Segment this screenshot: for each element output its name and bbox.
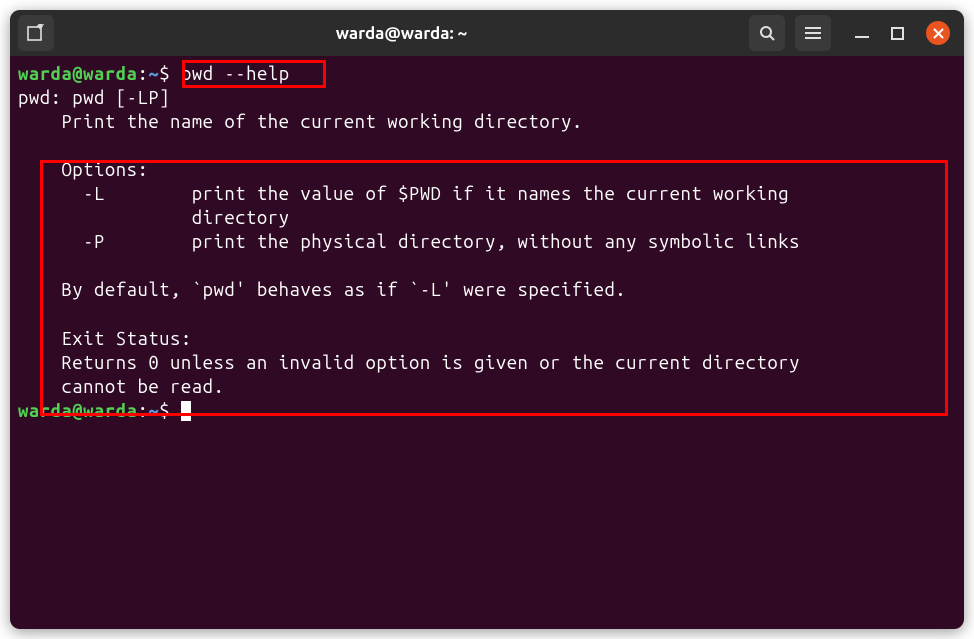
output-option-L-2: directory [18,206,956,230]
prompt-symbol-2: $ [159,401,170,421]
output-desc: Print the name of the current working di… [18,110,956,134]
new-tab-button[interactable] [18,15,54,51]
output-blank-2 [18,254,956,278]
prompt-symbol: $ [159,64,170,84]
output-exit-header: Exit Status: [18,327,956,351]
output-usage: pwd: pwd [-LP] [18,86,956,110]
output-blank-1 [18,134,956,158]
output-exit-1: Returns 0 unless an invalid option is gi… [18,351,956,375]
search-button[interactable] [749,15,785,51]
output-options-header: Options: [18,158,956,182]
terminal-body[interactable]: warda@warda:~$ pwd --help pwd: pwd [-LP]… [10,56,964,429]
hamburger-icon [805,26,821,40]
prompt-user-host-2: warda@warda [18,401,137,421]
command-text: pwd --help [181,64,290,84]
prompt-separator: : [137,64,148,84]
prompt-line-2: warda@warda:~$ [18,399,956,423]
menu-button[interactable] [795,15,831,51]
titlebar: warda@warda: ~ [10,10,964,56]
titlebar-right [749,15,956,51]
output-option-P: -P print the physical directory, without… [18,230,956,254]
window-controls [855,21,950,45]
output-default: By default, `pwd' behaves as if `-L' wer… [18,278,956,302]
close-button[interactable] [926,21,950,45]
prompt-path-2: ~ [148,401,159,421]
titlebar-left [18,15,54,51]
maximize-button[interactable] [891,27,904,40]
terminal-window: warda@warda: ~ [10,10,964,629]
window-title: warda@warda: ~ [54,24,749,43]
output-option-L-1: -L print the value of $PWD if it names t… [18,182,956,206]
output-blank-3 [18,302,956,326]
search-icon [759,25,776,42]
prompt-path: ~ [148,64,159,84]
prompt-line-1: warda@warda:~$ pwd --help [18,62,956,86]
command-input-1 [170,64,181,84]
cursor [181,401,191,421]
output-exit-2: cannot be read. [18,375,956,399]
new-tab-icon [27,24,45,42]
prompt-separator-2: : [137,401,148,421]
prompt-user-host: warda@warda [18,64,137,84]
minimize-button[interactable] [855,36,869,38]
close-icon [933,28,944,39]
